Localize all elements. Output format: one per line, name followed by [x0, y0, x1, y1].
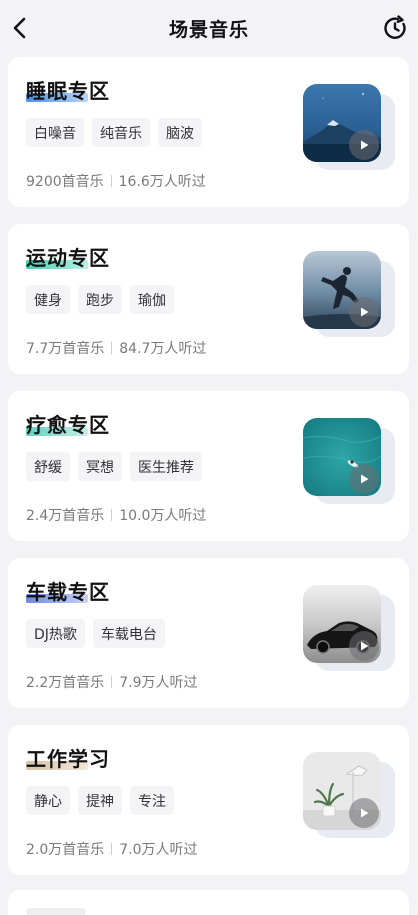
play-icon [361, 140, 369, 150]
play-icon [361, 641, 369, 651]
card-stats: 7.7万首音乐 84.7万人听过 [26, 338, 206, 358]
divider [111, 509, 113, 521]
thumbnail-play[interactable] [303, 752, 395, 838]
tag[interactable]: 瑜伽 [130, 285, 174, 314]
play-button[interactable] [349, 631, 379, 661]
tag[interactable]: 纯音乐 [92, 118, 150, 147]
divider [111, 843, 113, 855]
song-count: 9200首音乐 [26, 174, 104, 190]
tag[interactable]: 脑波 [158, 118, 202, 147]
thumbnail-play[interactable] [303, 84, 395, 170]
thumbnail-play[interactable] [303, 251, 395, 337]
tag-list: 白噪音 纯音乐 脑波 [26, 118, 202, 147]
song-count: 2.0万首音乐 [26, 842, 105, 858]
listener-count: 7.0万人听过 [119, 842, 198, 858]
song-count: 2.4万首音乐 [26, 508, 105, 524]
scene-music-page: 场景音乐 睡眠专区 白噪音 纯音乐 脑波 9200首音乐 16.6万人听过 运动… [0, 0, 418, 915]
tag[interactable]: DJ热歌 [26, 619, 85, 648]
scene-card-sleep[interactable]: 睡眠专区 白噪音 纯音乐 脑波 9200首音乐 16.6万人听过 [8, 57, 409, 207]
scene-card-work-study[interactable]: 工作学习 静心 提神 专注 2.0万首音乐 7.0万人听过 [8, 725, 409, 875]
divider [111, 342, 113, 354]
play-icon [361, 808, 369, 818]
play-button[interactable] [349, 798, 379, 828]
tag-list: 静心 提神 专注 [26, 786, 174, 815]
tag[interactable]: 专注 [130, 786, 174, 815]
tag[interactable]: 健身 [26, 285, 70, 314]
play-button[interactable] [349, 130, 379, 160]
tag-list: 健身 跑步 瑜伽 [26, 285, 174, 314]
chevron-left-icon [13, 17, 26, 39]
play-button[interactable] [349, 297, 379, 327]
header: 场景音乐 [0, 0, 418, 56]
listener-count: 16.6万人听过 [118, 174, 206, 190]
page-title: 场景音乐 [168, 18, 249, 41]
card-title: 运动专区 [26, 246, 110, 270]
history-button[interactable] [378, 11, 412, 45]
history-icon [384, 15, 406, 39]
listener-count: 7.9万人听过 [119, 675, 198, 691]
thumbnail-play[interactable] [303, 418, 395, 504]
divider [111, 676, 113, 688]
scene-card-healing[interactable]: 疗愈专区 舒缓 冥想 医生推荐 2.4万首音乐 10.0万人听过 [8, 391, 409, 541]
play-icon [361, 474, 369, 484]
listener-count: 84.7万人听过 [119, 341, 207, 357]
play-button[interactable] [349, 464, 379, 494]
tag[interactable]: 冥想 [78, 452, 122, 481]
scene-card-car[interactable]: 车载专区 DJ热歌 车载电台 2.2万首音乐 7.9万人听过 [8, 558, 409, 708]
back-button[interactable] [4, 12, 36, 44]
thumbnail-play[interactable] [303, 585, 395, 671]
tag[interactable]: 白噪音 [26, 118, 84, 147]
card-stats: 2.2万首音乐 7.9万人听过 [26, 672, 198, 692]
tag[interactable]: 医生推荐 [130, 452, 202, 481]
tag[interactable]: 静心 [26, 786, 70, 815]
tag-list: 舒缓 冥想 医生推荐 [26, 452, 202, 481]
tag[interactable]: 跑步 [78, 285, 122, 314]
tag-list: DJ热歌 车载电台 [26, 619, 165, 648]
card-title-placeholder [26, 908, 86, 915]
listener-count: 10.0万人听过 [119, 508, 207, 524]
divider [110, 175, 112, 187]
tag[interactable]: 提神 [78, 786, 122, 815]
card-title: 车载专区 [26, 580, 110, 604]
card-title: 工作学习 [26, 747, 110, 771]
card-stats: 2.4万首音乐 10.0万人听过 [26, 505, 206, 525]
scene-card-sport[interactable]: 运动专区 健身 跑步 瑜伽 7.7万首音乐 84.7万人听过 [8, 224, 409, 374]
card-stats: 2.0万首音乐 7.0万人听过 [26, 839, 198, 859]
tag[interactable]: 舒缓 [26, 452, 70, 481]
card-stats: 9200首音乐 16.6万人听过 [26, 171, 206, 191]
song-count: 2.2万首音乐 [26, 675, 105, 691]
card-title: 疗愈专区 [26, 413, 110, 437]
song-count: 7.7万首音乐 [26, 341, 105, 357]
tag[interactable]: 车载电台 [92, 619, 165, 648]
scene-card-partial[interactable] [8, 890, 409, 915]
play-icon [361, 307, 369, 317]
card-title: 睡眠专区 [26, 79, 110, 103]
